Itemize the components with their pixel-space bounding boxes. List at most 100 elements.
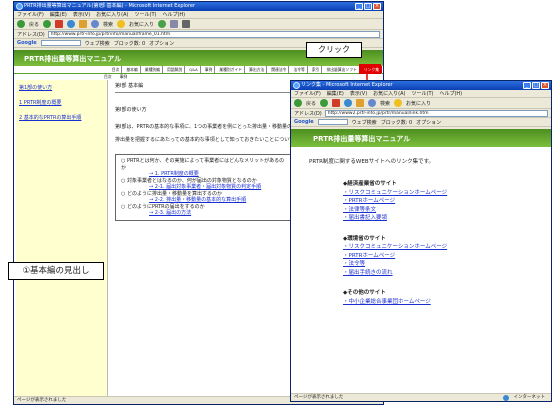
- address-input[interactable]: http://www.prtr-info.jp/prtrinfo/manual/…: [47, 30, 380, 38]
- maximize-button[interactable]: □: [364, 3, 372, 10]
- favorites-label[interactable]: お気に入り: [406, 100, 431, 107]
- home-icon[interactable]: [79, 20, 88, 28]
- link-intro: PRTR制度に関するWEBサイトへのリンク集です。: [309, 159, 435, 165]
- link-item[interactable]: ・届出手続きの流れ: [343, 269, 551, 278]
- link-item[interactable]: ・PRTRホームページ: [343, 252, 551, 261]
- sidebar-link-overview[interactable]: 1 PRTR制度の概要: [19, 99, 104, 108]
- minimize-button[interactable]: _: [523, 82, 531, 89]
- nav-tab-software[interactable]: 排出量算出ソフト: [324, 66, 360, 73]
- link-item[interactable]: ・法令等: [343, 260, 551, 269]
- search-label[interactable]: 検索: [380, 100, 390, 107]
- close-button[interactable]: ×: [373, 3, 381, 10]
- google-options-button[interactable]: オプション: [416, 119, 441, 126]
- basic-heading-callout: ①基本編の見出し: [8, 262, 104, 280]
- link-group-heading: ◆経済産業省のサイト: [343, 181, 397, 187]
- stop-icon[interactable]: [332, 99, 341, 107]
- history-icon[interactable]: [158, 20, 167, 28]
- basic-heading-callout-text: ①基本編の見出し: [22, 266, 90, 276]
- minimize-button[interactable]: _: [355, 3, 363, 10]
- nav-tab-industry-guide[interactable]: 業種別ガイド: [217, 66, 246, 73]
- main-title-bar: PRTR排出量等算出マニュアル(第I部 基本編) - Microsoft Int…: [14, 2, 383, 11]
- main-menu-bar: ファイル(F) 編集(E) 表示(V) お気に入り(A) ツール(T) ヘルプ(…: [14, 11, 383, 19]
- print-icon[interactable]: [182, 20, 191, 28]
- link-group-heading: ◆環境省のサイト: [343, 235, 386, 242]
- back-label[interactable]: 戻る: [29, 21, 39, 28]
- sidebar-link-usage[interactable]: 第1部の使い方: [19, 84, 104, 93]
- link-page-header-title: PRTR排出量等算出マニュアル: [313, 135, 411, 143]
- refresh-icon[interactable]: [344, 99, 353, 107]
- maximize-button[interactable]: □: [532, 82, 540, 89]
- page-header-title: PRTR排出量等算出マニュアル: [24, 55, 122, 63]
- link-item[interactable]: ・リスクコミュニケーションホームページ: [343, 189, 551, 198]
- google-search-input[interactable]: [40, 40, 81, 46]
- link-page-header: PRTR排出量等算出マニュアル: [291, 129, 551, 147]
- google-search-button[interactable]: ウェブ検索: [352, 119, 377, 126]
- menu-help[interactable]: ヘルプ(H): [162, 11, 185, 18]
- menu-favorites[interactable]: お気に入り(A): [96, 11, 128, 18]
- favorites-label[interactable]: お気に入り: [129, 21, 154, 28]
- nav-tab-regulations[interactable]: 法令等: [291, 66, 308, 73]
- google-options-button[interactable]: オプション: [149, 40, 174, 47]
- forward-icon[interactable]: [43, 20, 52, 28]
- nav-tab-laws[interactable]: 関連法令: [269, 66, 290, 73]
- nav-tabs: 目次 基本編 業種別編 用語解説 Q&A 事例 業種別ガイド 算出方法 関連法令…: [14, 66, 383, 74]
- stop-icon[interactable]: [55, 20, 64, 28]
- link-page: PRTR排出量等算出マニュアル PRTR制度に関するWEBサイトへのリンク集です…: [291, 129, 551, 393]
- popup-block-label[interactable]: ブロック数: 0: [381, 119, 412, 126]
- google-logo: Google: [294, 119, 314, 125]
- home-icon[interactable]: [356, 99, 365, 107]
- link-status-text: ページが表示されました: [294, 395, 344, 400]
- link-item[interactable]: ・PRTRホームページ: [343, 197, 551, 206]
- menu-help[interactable]: ヘルプ(H): [439, 90, 462, 97]
- menu-tools[interactable]: ツール(T): [412, 90, 434, 97]
- favorites-icon[interactable]: [394, 99, 403, 107]
- menu-view[interactable]: 表示(V): [73, 11, 90, 18]
- close-button[interactable]: ×: [541, 82, 549, 89]
- menu-edit[interactable]: 編集(E): [327, 90, 344, 97]
- google-search-input[interactable]: [317, 119, 348, 125]
- link-group: ◆環境省のサイト ・リスクコミュニケーションホームページ ・PRTRホームページ…: [343, 235, 551, 278]
- nav-tab-calc[interactable]: 算出方法: [247, 66, 268, 73]
- google-search-button[interactable]: ウェブ検索: [85, 40, 110, 47]
- menu-favorites[interactable]: お気に入り(A): [373, 90, 405, 97]
- nav-tab-basic[interactable]: 基本編: [124, 66, 141, 73]
- link-item[interactable]: ・中小企業総合事業団ホームページ: [343, 298, 551, 307]
- topic-question: ○ PRTRとは何か、その実施によって事業者にはどんなメリットがあるのか: [121, 158, 285, 171]
- ie-icon: [293, 82, 300, 89]
- menu-file[interactable]: ファイル(F): [17, 11, 44, 18]
- nav-tab-cases[interactable]: 事例: [203, 66, 216, 73]
- search-icon[interactable]: [91, 20, 100, 28]
- link-status-bar: ページが表示されました インターネット: [291, 393, 551, 401]
- address-label: アドレス(D): [17, 31, 45, 38]
- favorites-icon[interactable]: [117, 20, 126, 28]
- mail-icon[interactable]: [170, 20, 179, 28]
- nav-tab-industry[interactable]: 業種別編: [143, 66, 163, 73]
- address-input[interactable]: http://www2.prtr-info.jp/prtr/manual/lin…: [324, 109, 548, 117]
- nav-tab-toc[interactable]: 目次: [110, 66, 123, 73]
- link-group-heading: ◆その他のサイト: [343, 290, 386, 296]
- search-label[interactable]: 検索: [103, 21, 113, 28]
- popup-block-label[interactable]: ブロック数: 0: [114, 40, 145, 47]
- refresh-icon[interactable]: [67, 20, 76, 28]
- menu-tools[interactable]: ツール(T): [135, 11, 157, 18]
- menu-edit[interactable]: 編集(E): [50, 11, 67, 18]
- link-item[interactable]: ・リスクコミュニケーションホームページ: [343, 243, 551, 252]
- nav-tab-index[interactable]: 索引: [310, 66, 323, 73]
- topic-link[interactable]: → 2-3. 届出の方法: [121, 210, 289, 217]
- link-group: ◆経済産業省のサイト ・リスクコミュニケーションホームページ ・PRTRホームペ…: [343, 180, 551, 223]
- back-icon[interactable]: [17, 20, 25, 28]
- back-label[interactable]: 戻る: [306, 100, 316, 107]
- zone-label: インターネット: [513, 395, 546, 400]
- nav-tab-glossary[interactable]: 用語解説: [165, 66, 186, 73]
- main-status-text: ページが表示されました: [17, 398, 67, 403]
- sidebar-link-procedure[interactable]: 2 基本的なPRTRの算出手順: [19, 114, 104, 123]
- search-icon[interactable]: [368, 99, 377, 107]
- link-item[interactable]: ・法律等条文: [343, 206, 551, 215]
- main-window-title: PRTR排出量等算出マニュアル(第I部 基本編) - Microsoft Int…: [24, 3, 196, 9]
- menu-view[interactable]: 表示(V): [350, 90, 367, 97]
- menu-file[interactable]: ファイル(F): [294, 90, 321, 97]
- back-icon[interactable]: [294, 99, 302, 107]
- nav-tab-qa[interactable]: Q&A: [187, 66, 201, 73]
- link-item[interactable]: ・届出書記入要領: [343, 214, 551, 223]
- forward-icon[interactable]: [320, 99, 329, 107]
